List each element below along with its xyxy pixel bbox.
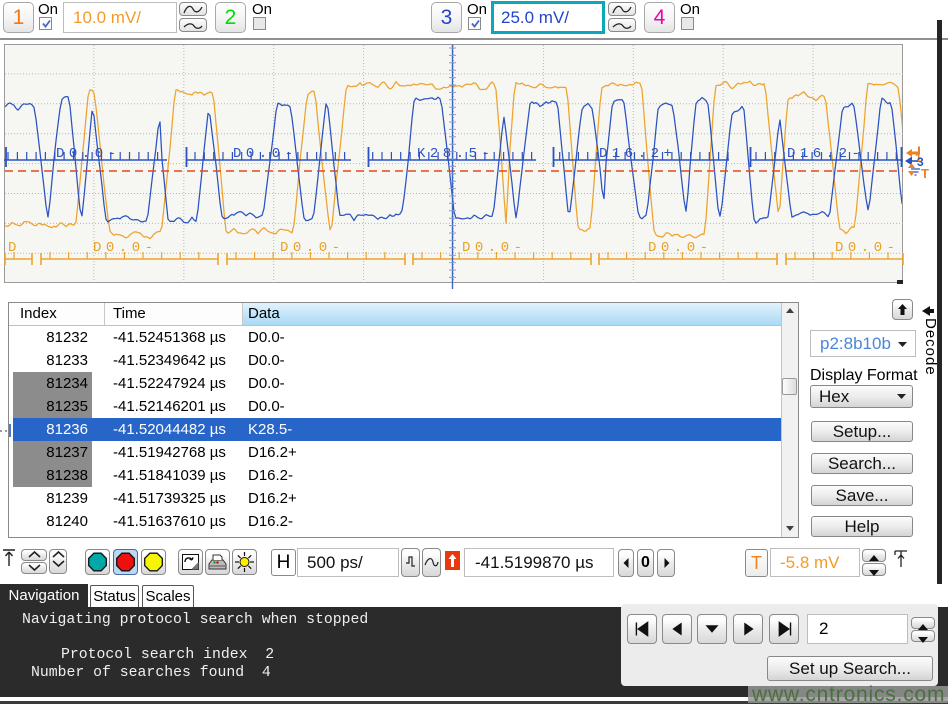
svg-text:D0.0-: D0.0- — [233, 146, 298, 162]
svg-text:D0.0-: D0.0- — [93, 240, 158, 256]
svg-text:D16.2+: D16.2+ — [599, 146, 676, 162]
svg-text:D: D — [8, 240, 21, 256]
svg-text:D0.0-: D0.0- — [280, 240, 345, 256]
svg-text:T: T — [921, 166, 929, 181]
svg-text:D16.2-: D16.2- — [787, 146, 864, 162]
svg-text:D0.0-: D0.0- — [835, 240, 900, 256]
svg-text:D0.0-: D0.0- — [56, 146, 121, 162]
svg-text:K28.5-: K28.5- — [417, 146, 494, 162]
svg-text:D0.0-: D0.0- — [462, 240, 527, 256]
svg-text:D0.0-: D0.0- — [648, 240, 713, 256]
